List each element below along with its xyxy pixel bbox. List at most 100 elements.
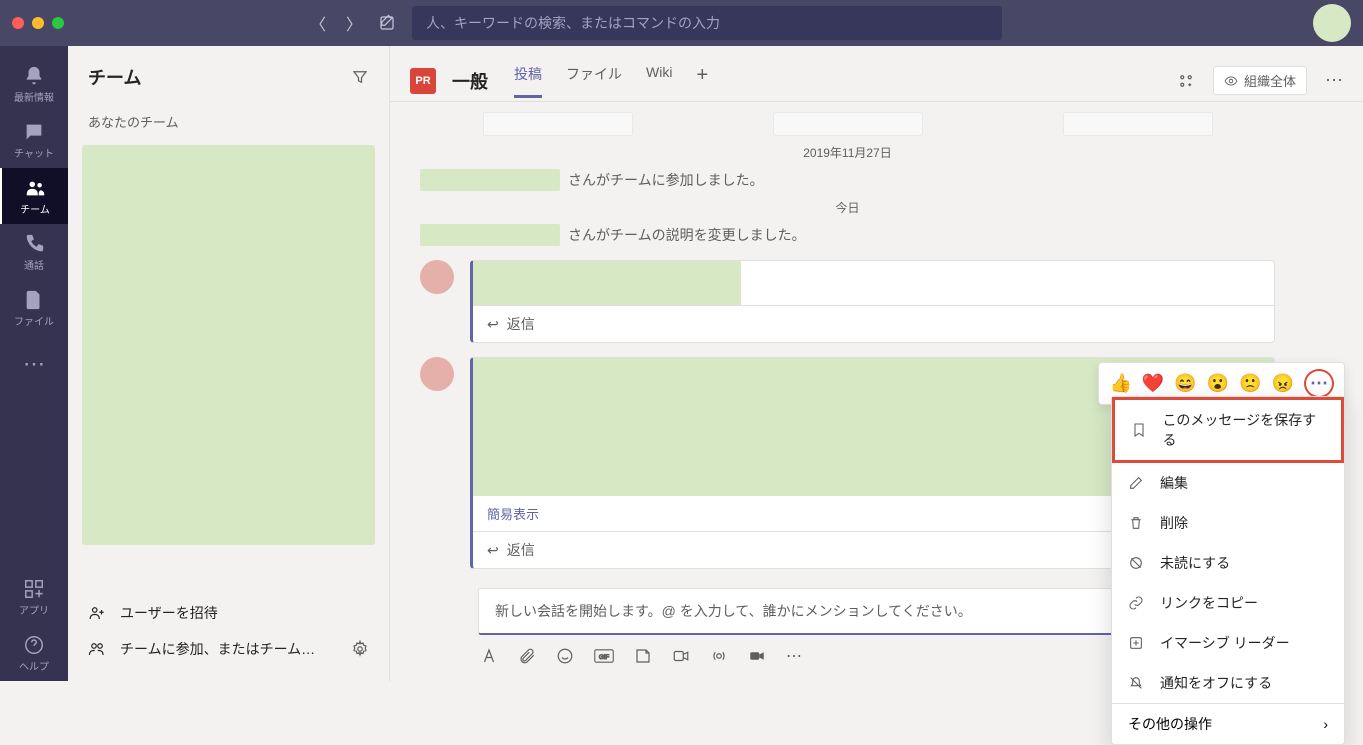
ctx-mute-notifications[interactable]: 通知をオフにする	[1112, 663, 1344, 703]
tab-posts[interactable]: 投稿	[514, 64, 542, 98]
svg-text:GIF: GIF	[599, 654, 609, 661]
channel-header: PR 一般 投稿 ファイル Wiki + 組織全体 ⋯	[390, 46, 1363, 102]
reaction-laugh[interactable]: 😄	[1174, 373, 1196, 394]
ctx-immersive-reader[interactable]: イマーシブ リーダー	[1112, 623, 1344, 663]
reply-button[interactable]: ↩ 返信	[473, 305, 1274, 342]
redacted-content	[473, 261, 741, 305]
ctx-copy-link[interactable]: リンクをコピー	[1112, 583, 1344, 623]
file-icon	[23, 289, 45, 311]
rail-help[interactable]: ヘルプ	[0, 625, 68, 681]
date-divider: 今日	[420, 199, 1275, 216]
window-controls	[12, 17, 64, 29]
rail-activity[interactable]: 最新情報	[0, 56, 68, 112]
reply-icon: ↩	[487, 542, 499, 559]
minimize-window[interactable]	[32, 17, 44, 29]
rail-chat[interactable]: チャット	[0, 112, 68, 168]
ctx-edit[interactable]: 編集	[1112, 463, 1344, 503]
maximize-window[interactable]	[52, 17, 64, 29]
add-tab[interactable]: +	[696, 64, 708, 98]
title-bar: 〈 〉 人、キーワードの検索、またはコマンドの入力	[0, 0, 1363, 46]
gif-icon[interactable]: GIF	[594, 647, 614, 665]
reaction-surprised[interactable]: 😮	[1207, 373, 1229, 394]
more-actions-icon[interactable]: ⋯	[1304, 369, 1334, 398]
stream-icon[interactable]	[710, 647, 728, 665]
close-window[interactable]	[12, 17, 24, 29]
system-message: さんがチームの説明を変更しました。	[420, 224, 1275, 246]
teams-icon	[24, 177, 46, 199]
help-icon	[23, 634, 45, 656]
partial-button	[773, 112, 923, 136]
chevron-right-icon: ›	[1323, 716, 1328, 732]
message-avatar[interactable]	[420, 260, 454, 294]
redacted-name	[420, 224, 560, 246]
link-icon	[1128, 595, 1146, 611]
bookmark-icon	[1131, 422, 1148, 438]
sidebar-section-label: あなたのチーム	[68, 104, 389, 139]
new-message-icon[interactable]	[378, 14, 396, 32]
chat-icon	[23, 121, 45, 143]
message: ↩ 返信	[420, 260, 1275, 343]
reaction-angry[interactable]: 😠	[1272, 373, 1294, 394]
redacted-name	[420, 169, 560, 191]
eye-icon	[1224, 74, 1238, 88]
ctx-more-actions[interactable]: その他の操作 ›	[1112, 704, 1344, 744]
attach-icon[interactable]	[518, 647, 536, 665]
reaction-heart[interactable]: ❤️	[1142, 373, 1164, 394]
partial-button	[1063, 112, 1213, 136]
date-divider: 2019年11月27日	[420, 144, 1275, 161]
format-icon[interactable]	[480, 647, 498, 665]
filter-icon[interactable]	[351, 68, 369, 86]
search-input[interactable]: 人、キーワードの検索、またはコマンドの入力	[412, 6, 1002, 40]
content-area: PR 一般 投稿 ファイル Wiki + 組織全体 ⋯	[390, 46, 1363, 681]
ctx-mark-unread[interactable]: 未読にする	[1112, 543, 1344, 583]
nav-forward[interactable]: 〉	[346, 11, 362, 35]
channel-name: 一般	[452, 68, 488, 94]
ctx-save-message[interactable]: このメッセージを保存する	[1112, 397, 1344, 463]
video-icon[interactable]	[748, 647, 766, 665]
nav-back[interactable]: 〈	[310, 11, 326, 35]
app-rail: 最新情報 チャット チーム 通話 ファイル ⋯	[0, 46, 68, 681]
rail-teams[interactable]: チーム	[0, 168, 68, 224]
rail-calls[interactable]: 通話	[0, 224, 68, 280]
meet-icon[interactable]	[672, 647, 690, 665]
bell-icon	[23, 65, 45, 87]
teams-sidebar: チーム あなたのチーム ユーザーを招待 チームに参加、またはチーム…	[68, 46, 390, 681]
tab-files[interactable]: ファイル	[566, 64, 622, 98]
apps-icon	[23, 578, 45, 600]
rail-apps[interactable]: アプリ	[0, 569, 68, 625]
reaction-sad[interactable]: 🙁	[1239, 373, 1261, 394]
emoji-icon[interactable]	[556, 647, 574, 665]
unread-icon	[1128, 555, 1146, 571]
sticker-icon[interactable]	[634, 647, 652, 665]
join-create-team[interactable]: チームに参加、またはチーム…	[68, 631, 389, 667]
gear-icon[interactable]	[351, 640, 369, 658]
compose-more-icon[interactable]: ⋯	[786, 646, 802, 666]
reader-icon	[1128, 635, 1146, 651]
reaction-like[interactable]: 👍	[1109, 373, 1131, 394]
invite-icon	[88, 604, 106, 622]
more-icon: ⋯	[23, 351, 45, 377]
org-visibility[interactable]: 組織全体	[1213, 66, 1307, 95]
message-context-menu: このメッセージを保存する 編集 削除 未読にする	[1111, 396, 1345, 745]
mute-icon	[1128, 675, 1146, 691]
message-avatar[interactable]	[420, 357, 454, 391]
rail-files[interactable]: ファイル	[0, 280, 68, 336]
team-list-item[interactable]	[82, 145, 375, 545]
edit-icon	[1128, 475, 1146, 491]
system-message: さんがチームに参加しました。	[420, 169, 1275, 191]
invite-users[interactable]: ユーザーを招待	[68, 595, 389, 631]
tab-wiki[interactable]: Wiki	[646, 64, 672, 98]
call-icon	[23, 233, 45, 255]
search-placeholder: 人、キーワードの検索、またはコマンドの入力	[426, 13, 720, 33]
profile-avatar[interactable]	[1313, 4, 1351, 42]
ctx-delete[interactable]: 削除	[1112, 503, 1344, 543]
channel-more-icon[interactable]: ⋯	[1325, 70, 1343, 91]
join-icon	[88, 640, 106, 658]
rail-more[interactable]: ⋯	[0, 336, 68, 392]
delete-icon	[1128, 515, 1146, 531]
apps-grid-icon[interactable]	[1177, 72, 1195, 90]
team-badge: PR	[410, 68, 436, 94]
reply-icon: ↩	[487, 316, 499, 333]
partial-button	[483, 112, 633, 136]
sidebar-title: チーム	[88, 64, 141, 90]
